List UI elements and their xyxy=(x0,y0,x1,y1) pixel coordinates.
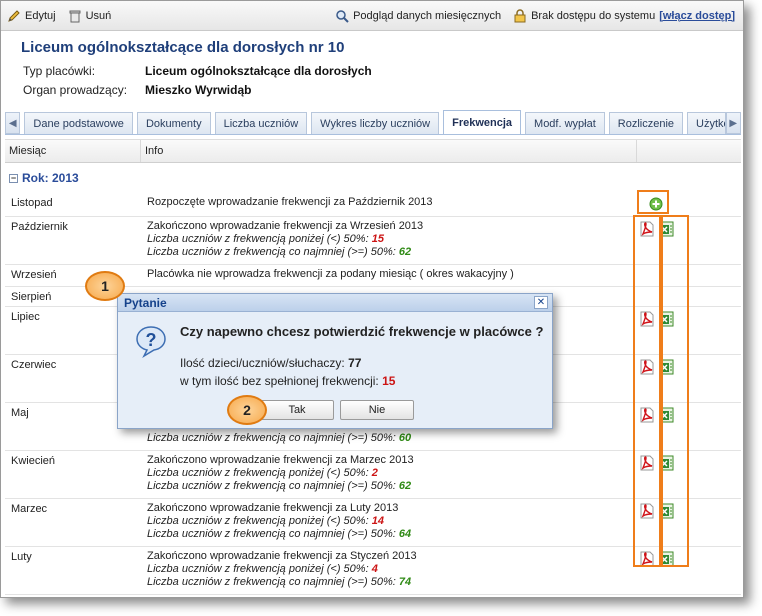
col-month-header[interactable]: Miesiąc xyxy=(5,140,141,162)
trash-icon xyxy=(69,10,81,22)
access-label: Brak dostępu do systemu xyxy=(531,9,656,22)
above-value: 64 xyxy=(398,528,412,540)
svg-text:?: ? xyxy=(146,330,157,350)
students-count-value: 77 xyxy=(348,356,362,370)
info-cell: Zakończono wprowadzanie frekwencji za Ma… xyxy=(147,454,414,466)
below-value: 4 xyxy=(371,563,378,575)
above-value: 74 xyxy=(398,576,412,588)
table-header: Miesiąc Info xyxy=(5,139,741,163)
tab-scroll-right-icon[interactable]: ▶ xyxy=(725,112,741,134)
above-label: Liczba uczniów z frekwencją co najmniej … xyxy=(147,432,396,444)
above-value: 62 xyxy=(398,246,412,258)
tab-dokumenty[interactable]: Dokumenty xyxy=(136,112,211,134)
month-cell: Listopad xyxy=(11,197,53,209)
tab-rozliczenie[interactable]: Rozliczenie xyxy=(608,112,684,134)
organ-key: Organ prowadzący: xyxy=(23,83,128,97)
above-value: 62 xyxy=(398,480,412,492)
below-value: 2 xyxy=(371,467,378,479)
dialog-title: Pytanie xyxy=(118,294,552,312)
monthly-preview-label: Podgląd danych miesięcznych xyxy=(353,9,502,22)
pdf-column-highlight xyxy=(633,215,661,567)
month-cell: Luty xyxy=(11,551,32,563)
above-label: Liczba uczniów z frekwencją co najmniej … xyxy=(147,480,396,492)
access-status: Brak dostępu do systemu [włącz dostęp] xyxy=(513,8,735,23)
excel-column-highlight xyxy=(661,215,689,567)
edit-button[interactable]: Edytuj xyxy=(7,9,56,23)
close-icon[interactable]: ✕ xyxy=(534,296,548,309)
below-label: Liczba uczniów z frekwencją poniżej (<) … xyxy=(147,467,369,479)
confirm-dialog: Pytanie ✕ ? Czy napewno chcesz potwierdz… xyxy=(117,293,553,429)
students-count-label: Ilość dzieci/uczniów/słuchaczy: xyxy=(180,356,345,370)
edit-label: Edytuj xyxy=(25,9,56,22)
delete-label: Usuń xyxy=(85,9,112,22)
month-cell: Październik xyxy=(11,221,68,233)
info-cell: Rozpoczęte wprowadzanie frekwencji za Pa… xyxy=(147,196,433,208)
month-cell: Kwiecień xyxy=(11,455,56,467)
tab-frekwencja[interactable]: Frekwencja xyxy=(443,110,522,134)
yes-button[interactable]: Tak xyxy=(260,400,334,420)
col-info-header[interactable]: Info xyxy=(141,140,637,162)
tab-modf-wyplat[interactable]: Modf. wypłat xyxy=(525,112,605,134)
below-label: Liczba uczniów z frekwencją poniżej (<) … xyxy=(147,563,369,575)
tab-scroll-left-icon[interactable]: ◀ xyxy=(5,112,21,134)
below-label: Liczba uczniów z frekwencją poniżej (<) … xyxy=(147,515,369,527)
school-header: Liceum ogólnokształcące dla dorosłych nr… xyxy=(1,31,743,97)
question-icon: ? xyxy=(136,326,166,358)
dialog-question: Czy napewno chcesz potwierdzić frekwencj… xyxy=(180,324,544,339)
page-title: Liceum ogólnokształcące dla dorosłych nr… xyxy=(21,39,345,56)
add-highlight-box xyxy=(637,190,669,214)
year-group[interactable]: − Rok: 2013 xyxy=(9,171,79,185)
info-cell: Zakończono wprowadzanie frekwencji za St… xyxy=(147,550,417,562)
app-window: Edytuj Usuń Podgląd danych miesięcznych … xyxy=(0,0,744,598)
below-value: 15 xyxy=(371,233,384,245)
magnifier-icon xyxy=(336,9,349,23)
table-row: Kwiecień Zakończono wprowadzanie frekwen… xyxy=(5,451,741,499)
table-row: Listopad Rozpoczęte wprowadzanie frekwen… xyxy=(5,193,741,217)
table-row: Marzec Zakończono wprowadzanie frekwencj… xyxy=(5,499,741,547)
below-value: 14 xyxy=(371,515,384,527)
monthly-preview-button[interactable]: Podgląd danych miesięcznych xyxy=(335,9,501,23)
above-label: Liczba uczniów z frekwencją co najmniej … xyxy=(147,246,396,258)
table-row: Luty Zakończono wprowadzanie frekwencji … xyxy=(5,547,741,595)
tab-dane-podstawowe[interactable]: Dane podstawowe xyxy=(24,112,133,134)
step-1-badge: 1 xyxy=(85,271,125,301)
info-cell: Zakończono wprowadzanie frekwencji za Wr… xyxy=(147,220,424,232)
month-cell: Marzec xyxy=(11,503,48,515)
tab-uzytkownicy[interactable]: Użytko xyxy=(687,112,726,134)
table-row: Październik Zakończono wprowadzanie frek… xyxy=(5,217,741,265)
enable-access-link[interactable]: [włącz dostęp] xyxy=(659,10,735,22)
above-value: 60 xyxy=(398,432,412,444)
step-2-badge: 2 xyxy=(227,395,267,425)
organ-value: Mieszko Wyrwidąb xyxy=(145,83,252,97)
missing-attendance-label: w tym ilość bez spełnionej frekwencji: xyxy=(180,374,379,388)
collapse-icon[interactable]: − xyxy=(9,173,18,183)
toolbar: Edytuj Usuń Podgląd danych miesięcznych … xyxy=(1,1,743,31)
delete-button[interactable]: Usuń xyxy=(68,9,112,23)
type-value: Liceum ogólnokształcące dla dorosłych xyxy=(145,64,372,78)
tab-liczba-uczniow[interactable]: Liczba uczniów xyxy=(214,112,308,134)
above-label: Liczba uczniów z frekwencją co najmniej … xyxy=(147,528,396,540)
info-cell: Zakończono wprowadzanie frekwencji za Lu… xyxy=(147,502,399,514)
below-label: Liczba uczniów z frekwencją poniżej (<) … xyxy=(147,233,369,245)
tab-wykres-liczby-uczniow[interactable]: Wykres liczby uczniów xyxy=(311,112,440,134)
missing-attendance-value: 15 xyxy=(382,374,396,388)
no-button[interactable]: Nie xyxy=(340,400,414,420)
year-label: Rok: 2013 xyxy=(22,171,79,185)
pencil-icon xyxy=(8,9,20,22)
lock-icon xyxy=(514,8,526,22)
type-key: Typ placówki: xyxy=(23,64,96,78)
above-label: Liczba uczniów z frekwencją co najmniej … xyxy=(147,576,396,588)
tab-bar: ◀ Dane podstawowe Dokumenty Liczba uczni… xyxy=(5,110,741,135)
info-cell: Placówka nie wprowadza frekwencji za pod… xyxy=(147,268,514,280)
